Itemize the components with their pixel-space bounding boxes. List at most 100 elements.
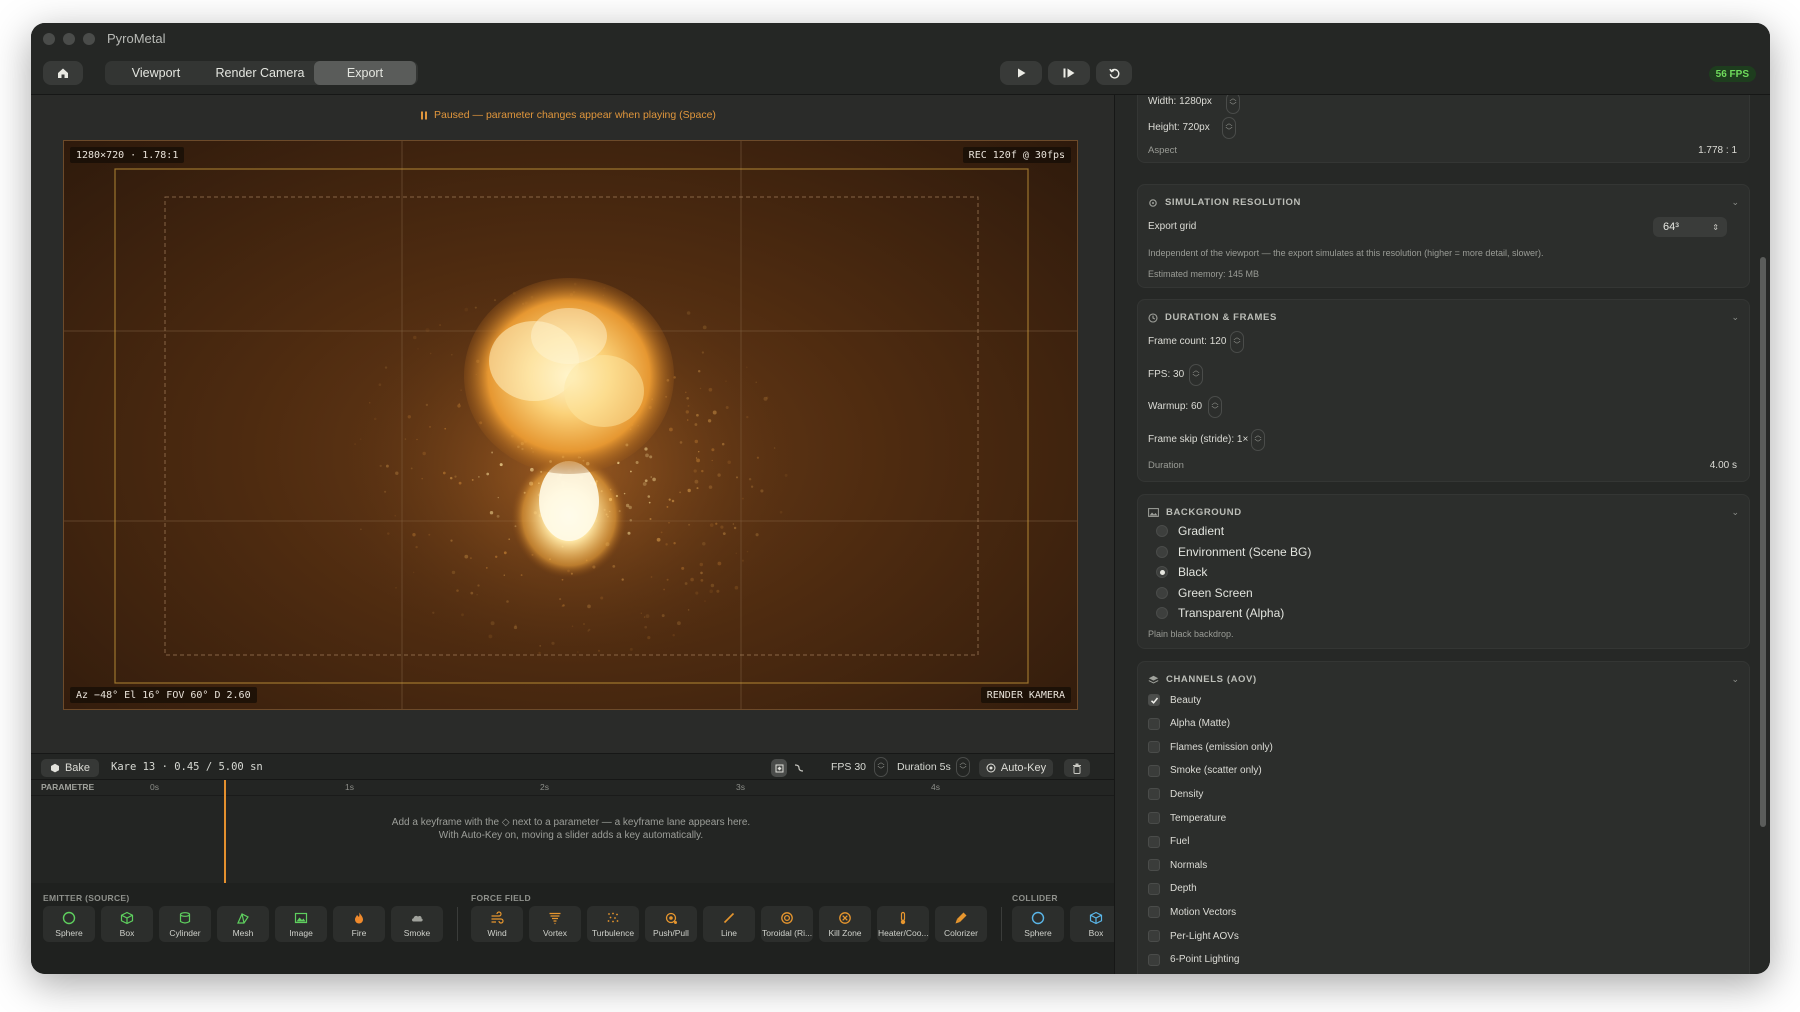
force-tool-torus[interactable]: Toroidal (Ri...	[761, 906, 813, 942]
bake-button[interactable]: Bake	[41, 759, 99, 777]
chevron-down-icon: ﹀	[1233, 342, 1241, 349]
simulation-resolution-header[interactable]: SIMULATION RESOLUTION	[1148, 197, 1301, 208]
channel-item[interactable]: Flames (emission only)	[1148, 741, 1273, 754]
zoom-window-button[interactable]	[83, 33, 95, 45]
collider-section-title: COLLIDER	[1012, 893, 1058, 903]
radio-button[interactable]	[1156, 545, 1168, 558]
select-arrows-icon: ⇕	[1712, 222, 1719, 232]
width-stepper[interactable]: ︿ ﹀	[1226, 95, 1240, 114]
playhead[interactable]	[224, 780, 226, 884]
channel-item[interactable]: 6-Point Lighting	[1148, 953, 1240, 966]
background-option[interactable]: Gradient	[1156, 524, 1224, 538]
channel-item[interactable]: Fuel	[1148, 835, 1189, 848]
chevron-up-icon: ︿	[877, 759, 885, 766]
checkbox[interactable]	[1148, 717, 1160, 730]
export-settings-panel[interactable]: Width: 1280px ︿ ﹀ Height: 720px ︿ ﹀ Aspect…	[1114, 95, 1770, 974]
play-icon	[1018, 68, 1026, 78]
render-frame[interactable]: 1280×720 · 1.78:1 REC 120f @ 30fps Az −4…	[63, 140, 1078, 710]
timeline-ruler[interactable]: PARAMETRE 0s 1s 2s 3s 4s	[31, 780, 1114, 796]
reset-button[interactable]	[1096, 61, 1132, 85]
step-forward-button[interactable]	[1048, 61, 1090, 85]
timeline-duration-stepper[interactable]: ︿ ﹀	[956, 757, 970, 777]
checkbox[interactable]	[1148, 953, 1160, 966]
force-tool-heater[interactable]: Heater/Coo...	[877, 906, 929, 942]
channel-item[interactable]: Temperature	[1148, 812, 1226, 824]
radio-button[interactable]	[1156, 607, 1168, 619]
auto-key-button[interactable]: Auto-Key	[979, 759, 1053, 777]
panel-scrollbar-thumb[interactable]	[1760, 257, 1766, 827]
background-option[interactable]: Green Screen	[1156, 586, 1253, 600]
checkbox[interactable]	[1148, 930, 1160, 942]
channel-item[interactable]: Normals	[1148, 859, 1208, 872]
background-option[interactable]: Environment (Scene BG)	[1156, 545, 1311, 559]
emitter-tool-mesh[interactable]: Mesh	[217, 906, 269, 942]
emitter-tool-image[interactable]: Image	[275, 906, 327, 942]
channel-item[interactable]: Motion Vectors	[1148, 906, 1236, 919]
tab-viewport[interactable]: Viewport	[105, 61, 207, 85]
force-tool-colorizer[interactable]: Colorizer	[935, 906, 987, 942]
checkbox[interactable]	[1148, 882, 1160, 895]
force-tool-turbulence[interactable]: Turbulence	[587, 906, 639, 942]
checkbox[interactable]	[1148, 812, 1160, 824]
duration-frames-header[interactable]: DURATION & FRAMES	[1148, 312, 1277, 323]
channel-label: Normals	[1170, 859, 1208, 871]
emitter-tool-box[interactable]: Box	[101, 906, 153, 942]
background-option[interactable]: Transparent (Alpha)	[1156, 606, 1284, 620]
chevron-down-icon[interactable]: ⌄	[1731, 674, 1739, 685]
estimated-memory: Estimated memory: 145 MB	[1148, 269, 1260, 279]
chevron-down-icon[interactable]: ⌄	[1731, 312, 1739, 323]
channel-item[interactable]: Alpha (Matte)	[1148, 717, 1230, 730]
radio-button[interactable]	[1156, 586, 1168, 599]
tab-export[interactable]: Export	[314, 61, 416, 85]
height-stepper[interactable]: ︿ ﹀	[1222, 117, 1236, 139]
minimize-window-button[interactable]	[63, 33, 75, 45]
checkbox[interactable]	[1148, 694, 1160, 706]
force-tool-push-pull[interactable]: Push/Pull	[645, 906, 697, 942]
channel-item[interactable]: Per-Light AOVs	[1148, 930, 1239, 942]
background-header[interactable]: BACKGROUND	[1148, 507, 1242, 518]
delete-keys-button[interactable]	[1064, 759, 1090, 777]
channel-label: 6-Point Lighting	[1170, 954, 1240, 966]
checkbox[interactable]	[1148, 906, 1160, 919]
checkbox[interactable]	[1148, 741, 1160, 754]
home-button[interactable]	[43, 61, 83, 85]
force-tool-line[interactable]: Line	[703, 906, 755, 942]
play-button[interactable]	[1000, 61, 1042, 85]
channels-header[interactable]: CHANNELS (AOV)	[1148, 674, 1257, 685]
emitter-tool-fire[interactable]: Fire	[333, 906, 385, 942]
radio-button[interactable]	[1156, 525, 1168, 537]
chevron-down-icon[interactable]: ⌄	[1731, 507, 1739, 518]
tool-label: Sphere	[1024, 927, 1052, 938]
curve-mode-toggle[interactable]	[791, 759, 807, 777]
emitter-tool-sphere[interactable]: Sphere	[43, 906, 95, 942]
channel-item[interactable]: Depth	[1148, 882, 1197, 895]
frame-skip-stepper[interactable]: ︿ ﹀	[1251, 429, 1265, 451]
warmup-stepper[interactable]: ︿ ﹀	[1208, 396, 1222, 418]
checkbox[interactable]	[1148, 788, 1160, 801]
timeline-fps-stepper[interactable]: ︿ ﹀	[874, 757, 888, 777]
force-tool-tornado[interactable]: Vortex	[529, 906, 581, 942]
viewport-area[interactable]: Paused — parameter changes appear when p…	[31, 95, 1114, 753]
emitter-tool-cylinder[interactable]: Cylinder	[159, 906, 211, 942]
collider-tool-sphere[interactable]: Sphere	[1012, 906, 1064, 942]
export-grid-select[interactable]: 64³ ⇕	[1653, 217, 1727, 237]
channel-item[interactable]: Beauty	[1148, 694, 1201, 706]
checkbox[interactable]	[1148, 835, 1160, 848]
emitter-tool-cloud[interactable]: Smoke	[391, 906, 443, 942]
channel-item[interactable]: Density	[1148, 788, 1203, 801]
force-tool-kill-zone[interactable]: Kill Zone	[819, 906, 871, 942]
checkbox[interactable]	[1148, 764, 1160, 777]
force-tool-wind[interactable]: Wind	[471, 906, 523, 942]
timeline-hint-line1: Add a keyframe with the ◇ next to a para…	[391, 817, 751, 828]
frame-count-stepper[interactable]: ︿ ﹀	[1230, 331, 1244, 353]
tab-render-camera[interactable]: Render Camera	[208, 61, 312, 85]
background-option[interactable]: Black	[1156, 565, 1207, 579]
fps-stepper[interactable]: ︿ ﹀	[1189, 364, 1203, 386]
keyframe-mode-toggle[interactable]	[771, 759, 787, 777]
channel-item[interactable]: Smoke (scatter only)	[1148, 764, 1262, 777]
close-window-button[interactable]	[43, 33, 55, 45]
radio-button[interactable]	[1156, 566, 1168, 578]
chevron-down-icon[interactable]: ⌄	[1731, 197, 1739, 208]
checkbox[interactable]	[1148, 859, 1160, 872]
dock-divider	[1001, 907, 1002, 941]
